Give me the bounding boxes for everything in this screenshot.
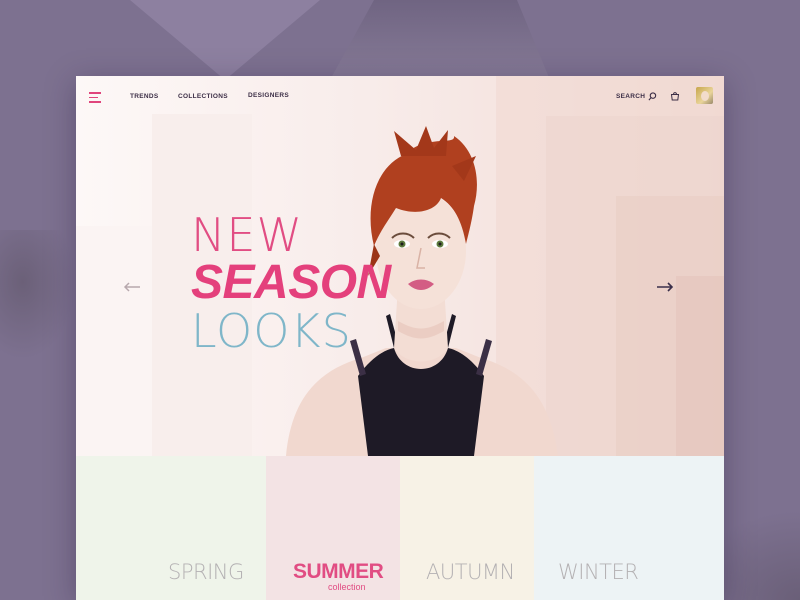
season-spring[interactable]: SPRING bbox=[76, 456, 266, 600]
nav-trends[interactable]: TRENDS bbox=[130, 93, 159, 100]
hero-headline: NEW SEASON LOOKS bbox=[191, 212, 391, 354]
season-summer[interactable]: SUMMER collection bbox=[266, 456, 400, 600]
landing-card: NEW SEASON LOOKS TRENDS COLLECTIONS DESI… bbox=[76, 76, 724, 600]
menu-icon[interactable] bbox=[89, 92, 102, 103]
arrow-left-icon[interactable] bbox=[123, 281, 141, 293]
season-autumn[interactable]: AUTUMN bbox=[400, 456, 534, 600]
background-shape bbox=[130, 0, 320, 80]
nav-collections[interactable]: COLLECTIONS bbox=[178, 93, 228, 100]
hero-banner: NEW SEASON LOOKS TRENDS COLLECTIONS DESI… bbox=[76, 76, 724, 456]
top-nav: TRENDS COLLECTIONS DESIGNERS SEARCH bbox=[76, 76, 724, 120]
season-tabs: SPRING SUMMER collection AUTUMN WINTER bbox=[76, 456, 724, 600]
season-winter[interactable]: WINTER bbox=[534, 456, 724, 600]
cart-icon[interactable] bbox=[670, 91, 680, 101]
search-icon[interactable] bbox=[648, 92, 657, 101]
season-title: WINTER bbox=[558, 560, 639, 584]
background-texture bbox=[0, 230, 76, 360]
background-rock bbox=[330, 0, 550, 80]
decor-step bbox=[676, 276, 724, 456]
nav-designers[interactable]: DESIGNERS bbox=[248, 92, 289, 99]
decor-step bbox=[76, 226, 152, 456]
avatar[interactable] bbox=[696, 87, 713, 104]
search-label[interactable]: SEARCH bbox=[616, 93, 645, 100]
headline-looks: LOOKS bbox=[191, 304, 352, 358]
arrow-right-icon[interactable] bbox=[656, 281, 674, 293]
headline-season: SEASON bbox=[191, 256, 391, 309]
season-subtitle: collection bbox=[328, 582, 366, 592]
headline-new: NEW bbox=[191, 208, 303, 262]
